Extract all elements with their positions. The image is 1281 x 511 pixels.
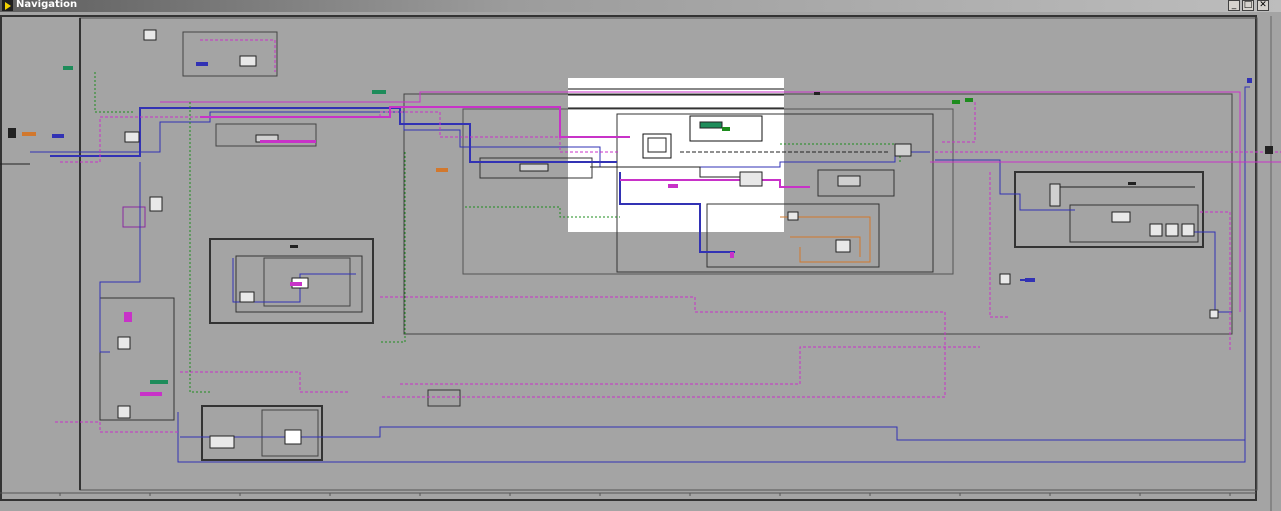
boolean-wire bbox=[780, 143, 901, 162]
tunnel-terminal[interactable] bbox=[814, 92, 820, 95]
subvi-node[interactable] bbox=[143, 29, 157, 41]
tunnel-terminal[interactable] bbox=[1128, 182, 1136, 185]
cluster-constant[interactable] bbox=[140, 392, 162, 396]
subvi-node[interactable] bbox=[999, 273, 1011, 285]
small-structure-bottom[interactable] bbox=[427, 389, 461, 407]
cluster-wire bbox=[400, 346, 980, 385]
subvi-node[interactable] bbox=[117, 405, 131, 419]
subvi-node[interactable] bbox=[1149, 223, 1163, 237]
tunnel-terminal[interactable] bbox=[1247, 78, 1252, 83]
boolean-constant[interactable] bbox=[730, 252, 734, 258]
small-structure-left[interactable] bbox=[122, 206, 146, 228]
subvi-node[interactable] bbox=[837, 175, 861, 187]
tunnel-terminal[interactable] bbox=[290, 245, 298, 248]
sequence-left[interactable] bbox=[99, 297, 175, 421]
scroll-ruler bbox=[0, 492, 1256, 496]
maximize-button[interactable]: □ bbox=[1242, 0, 1254, 11]
subvi-node[interactable] bbox=[239, 55, 257, 67]
subvi-node[interactable] bbox=[1049, 183, 1061, 207]
cluster-constant[interactable] bbox=[290, 282, 302, 286]
subvi-node[interactable] bbox=[739, 171, 763, 187]
string-constant[interactable] bbox=[63, 66, 73, 70]
dbl-wire bbox=[780, 216, 871, 263]
cluster-wire bbox=[940, 102, 976, 143]
subvi-node[interactable] bbox=[1111, 211, 1131, 223]
subvi-node[interactable] bbox=[647, 137, 667, 153]
integer-wire bbox=[99, 162, 141, 353]
boolean-constant[interactable] bbox=[965, 98, 973, 102]
subvi-node[interactable] bbox=[149, 196, 163, 212]
string-constant[interactable] bbox=[22, 132, 36, 136]
cluster-wire bbox=[55, 421, 178, 433]
block-diagram[interactable] bbox=[0, 12, 1281, 511]
boolean-constant[interactable] bbox=[722, 127, 730, 131]
boolean-constant[interactable] bbox=[952, 100, 960, 104]
boolean-wire bbox=[94, 72, 135, 113]
minimize-button[interactable]: _ bbox=[1228, 0, 1240, 11]
cluster-wire bbox=[180, 371, 350, 393]
nested-case-right[interactable] bbox=[1069, 204, 1199, 243]
cluster-wire bbox=[200, 39, 276, 72]
block-diagram-canvas[interactable] bbox=[0, 12, 1281, 511]
subvi-node[interactable] bbox=[239, 291, 255, 303]
subvi-node[interactable] bbox=[787, 211, 799, 221]
subvi-node[interactable] bbox=[117, 336, 131, 350]
integer-constant[interactable] bbox=[52, 134, 64, 138]
subvi-node[interactable] bbox=[699, 121, 723, 129]
integer-constant[interactable] bbox=[196, 62, 208, 66]
subvi-node[interactable] bbox=[284, 429, 302, 445]
string-constant[interactable] bbox=[150, 380, 168, 384]
boolean-wire bbox=[189, 102, 210, 393]
integer-wire bbox=[180, 426, 1245, 441]
cluster-wire bbox=[60, 111, 620, 163]
tunnel-terminal[interactable] bbox=[8, 128, 16, 138]
subvi-node[interactable] bbox=[519, 163, 549, 172]
title-bar[interactable]: Navigation _ □ ✕ bbox=[0, 0, 1281, 12]
tunnel-terminal[interactable] bbox=[1265, 146, 1273, 154]
cluster-constant[interactable] bbox=[260, 140, 316, 143]
boolean-wire bbox=[380, 152, 406, 343]
subvi-node[interactable] bbox=[209, 435, 235, 449]
subvi-node[interactable] bbox=[835, 239, 851, 253]
case-structure-main[interactable] bbox=[403, 93, 1233, 335]
window-title: Navigation bbox=[16, 0, 78, 10]
labview-window: Navigation _ □ ✕ bbox=[0, 0, 1281, 511]
cluster-constant[interactable] bbox=[124, 312, 132, 322]
subvi-node[interactable] bbox=[894, 143, 912, 157]
string-constant[interactable] bbox=[372, 90, 386, 94]
subvi-node[interactable] bbox=[1165, 223, 1179, 237]
integer-constant[interactable] bbox=[1025, 278, 1035, 282]
labview-vi-icon bbox=[2, 0, 13, 11]
case-structure-top[interactable] bbox=[182, 31, 278, 77]
subvi-node[interactable] bbox=[1209, 309, 1219, 319]
integer-wire bbox=[1190, 231, 1232, 313]
string-constant[interactable] bbox=[436, 168, 448, 172]
subvi-node[interactable] bbox=[1181, 223, 1195, 237]
cluster-constant[interactable] bbox=[668, 184, 678, 188]
subvi-node[interactable] bbox=[124, 131, 140, 143]
close-button[interactable]: ✕ bbox=[1257, 0, 1269, 11]
